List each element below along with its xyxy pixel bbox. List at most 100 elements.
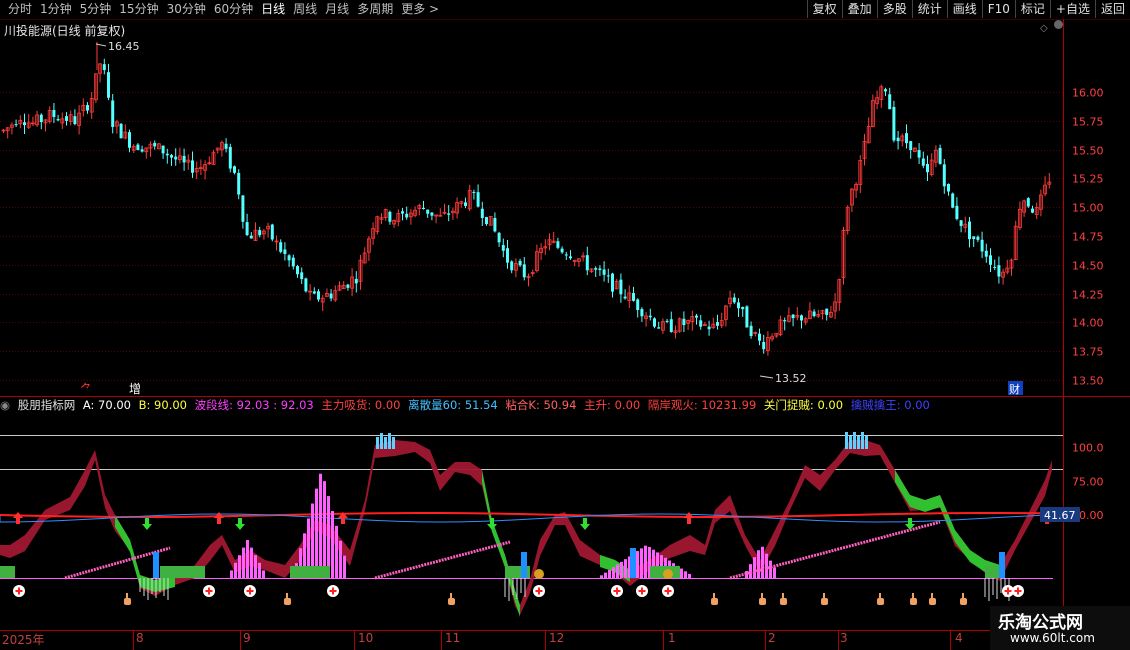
ind-a: A: 70.00: [82, 398, 131, 412]
pink-bar: [624, 559, 627, 578]
pink-bar: [773, 567, 776, 578]
hand-pointer-icon: [448, 598, 455, 605]
ind-qinzei: 擒贼擒王: 0.00: [850, 398, 930, 412]
pink-bar: [315, 488, 318, 578]
date-label: 12: [549, 631, 565, 645]
cyan-top-bar: [853, 432, 856, 449]
candle-body: [233, 166, 236, 173]
pink-ramp: [374, 540, 511, 580]
candle-body: [980, 239, 984, 252]
candle-body: [329, 293, 333, 299]
candle-body: [745, 306, 749, 328]
event-marker: ⺈: [80, 381, 92, 396]
candle-body: [892, 106, 896, 141]
candle-body: [304, 278, 308, 292]
candle-body: [993, 266, 997, 268]
ind-zhusheng: 主升: 0.00: [584, 398, 641, 412]
candle-body: [182, 155, 186, 163]
pink-bar: [254, 555, 257, 578]
candle-body: [968, 221, 971, 240]
candle-body: [401, 211, 404, 214]
ind-lisan: 离散量60: 51.54: [408, 398, 498, 412]
candle-body: [762, 341, 766, 350]
candle-body: [291, 257, 295, 267]
ind-guanmen: 关门捉贼: 0.00: [763, 398, 844, 412]
chart-canvas[interactable]: 16.00 15.75 15.50 15.25 15.00 14.75 14.50 14.25…: [0, 0, 1130, 650]
cyan-top-bar: [857, 436, 860, 449]
hand-pointer-finger: [286, 593, 288, 599]
price-tick-label: 14.50: [1072, 260, 1104, 273]
candle-body: [476, 192, 480, 207]
candle-body: [716, 322, 719, 326]
hand-pointer-icon: [711, 598, 718, 605]
candle-body: [560, 248, 564, 253]
cyan-top-bar: [861, 432, 864, 449]
candle-body: [905, 133, 908, 144]
candle-body: [493, 218, 497, 232]
ind-name[interactable]: 股朋指标网: [18, 398, 76, 412]
price-tick-label: 14.25: [1072, 289, 1104, 302]
candle-body: [1026, 198, 1030, 207]
candle-body: [812, 311, 816, 317]
blue-signal-bar: [521, 552, 527, 578]
hand-pointer-icon: [759, 598, 766, 605]
pink-bar: [339, 540, 342, 578]
pink-bar: [765, 553, 768, 578]
candle-body: [270, 224, 274, 240]
candle-body: [556, 241, 560, 248]
pink-bar: [234, 562, 237, 578]
candle-body: [161, 145, 165, 154]
price-tick-label: 14.75: [1072, 231, 1104, 244]
candle-body: [464, 202, 467, 206]
hand-pointer-icon: [960, 598, 967, 605]
logo-url: www.60lt.com: [1010, 631, 1095, 645]
pink-bar: [250, 547, 253, 578]
candle-body: [73, 116, 77, 125]
candle-body: [296, 266, 299, 275]
candle-body: [749, 325, 753, 337]
candle-body: [602, 269, 606, 275]
pink-bar: [319, 473, 322, 578]
ind-settings-icon[interactable]: ◉: [0, 398, 10, 412]
candle-body: [258, 230, 262, 236]
price-tick-label: 15.75: [1072, 116, 1104, 129]
candle-body: [997, 265, 1001, 277]
cyan-top-bar: [849, 436, 852, 449]
cyan-top-bar: [845, 432, 848, 449]
candle-body: [682, 318, 686, 326]
candle-body: [14, 124, 18, 126]
candle-body: [241, 195, 245, 222]
logo-title: 乐淘公式网: [998, 613, 1083, 633]
cai-marker: 财: [1009, 382, 1020, 396]
price-tick-label: 13.50: [1072, 375, 1104, 388]
candle-body: [283, 249, 287, 255]
date-label: 2025年: [2, 633, 45, 647]
date-axis: 2025年 8 9 10 11 12 1 2 3 4: [0, 630, 1075, 650]
pink-bar: [688, 573, 691, 578]
candle-body: [606, 275, 610, 277]
pink-bar: [684, 571, 687, 578]
candle-body: [518, 260, 522, 266]
candle-body: [426, 209, 430, 214]
candle-body: [695, 315, 698, 318]
pink-bar: [753, 557, 756, 578]
candle-body: [52, 109, 56, 117]
candle-body: [611, 273, 614, 292]
pink-bar: [757, 550, 760, 578]
candle-body: [107, 72, 110, 98]
candle-body: [758, 333, 761, 341]
candle-body: [938, 147, 942, 164]
pink-bar: [323, 481, 326, 578]
candle-body: [249, 235, 253, 239]
hand-pointer-finger: [879, 593, 881, 599]
candle-body: [636, 299, 640, 311]
candle-body: [699, 320, 703, 327]
cyan-top-bar: [380, 433, 383, 449]
candle-body: [480, 208, 484, 218]
date-label: 9: [243, 631, 251, 645]
price-tick-label: 15.25: [1072, 173, 1104, 186]
ma-red-line: [0, 512, 1041, 519]
event-marker-zeng: 增: [129, 382, 141, 396]
candle-body: [921, 158, 925, 166]
hand-pointer-finger: [782, 593, 784, 599]
